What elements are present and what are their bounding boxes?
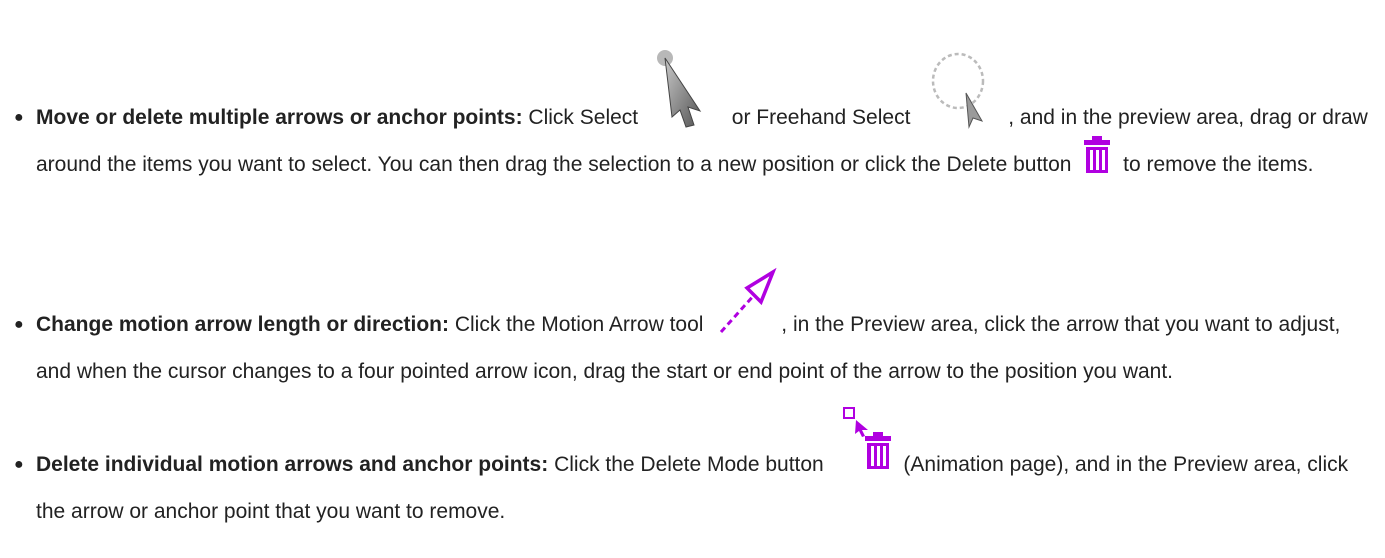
item-term: Delete individual motion arrows and anch…: [36, 453, 549, 476]
item-text: Click Select: [522, 106, 644, 129]
item-text: Click the Motion Arrow tool: [449, 313, 710, 336]
item-text: or Freehand Select: [725, 106, 917, 129]
trash-icon: [1077, 136, 1117, 180]
item-term: Move or delete multiple arrows or anchor…: [36, 106, 523, 129]
freehand-select-icon: [916, 53, 1008, 133]
delete-mode-icon: [830, 407, 898, 480]
bullet-dot: ●: [14, 316, 24, 333]
bullet-dot: ●: [14, 456, 24, 473]
item-text: Click the Delete Mode button: [548, 453, 830, 476]
list-item-content: Delete individual motion arrows and anch…: [36, 407, 1376, 535]
motion-arrow-icon: [709, 268, 781, 340]
list-item-content: Move or delete multiple arrows or anchor…: [36, 50, 1376, 188]
bullet-dot: ●: [14, 109, 24, 126]
select-arrow-icon: [644, 50, 726, 133]
help-document: ● Move or delete multiple arrows or anch…: [0, 0, 1385, 558]
list-item-content: Change motion arrow length or direction:…: [36, 268, 1376, 395]
item-text: to remove the items.: [1117, 153, 1314, 176]
item-term: Change motion arrow length or direction:: [36, 313, 450, 336]
